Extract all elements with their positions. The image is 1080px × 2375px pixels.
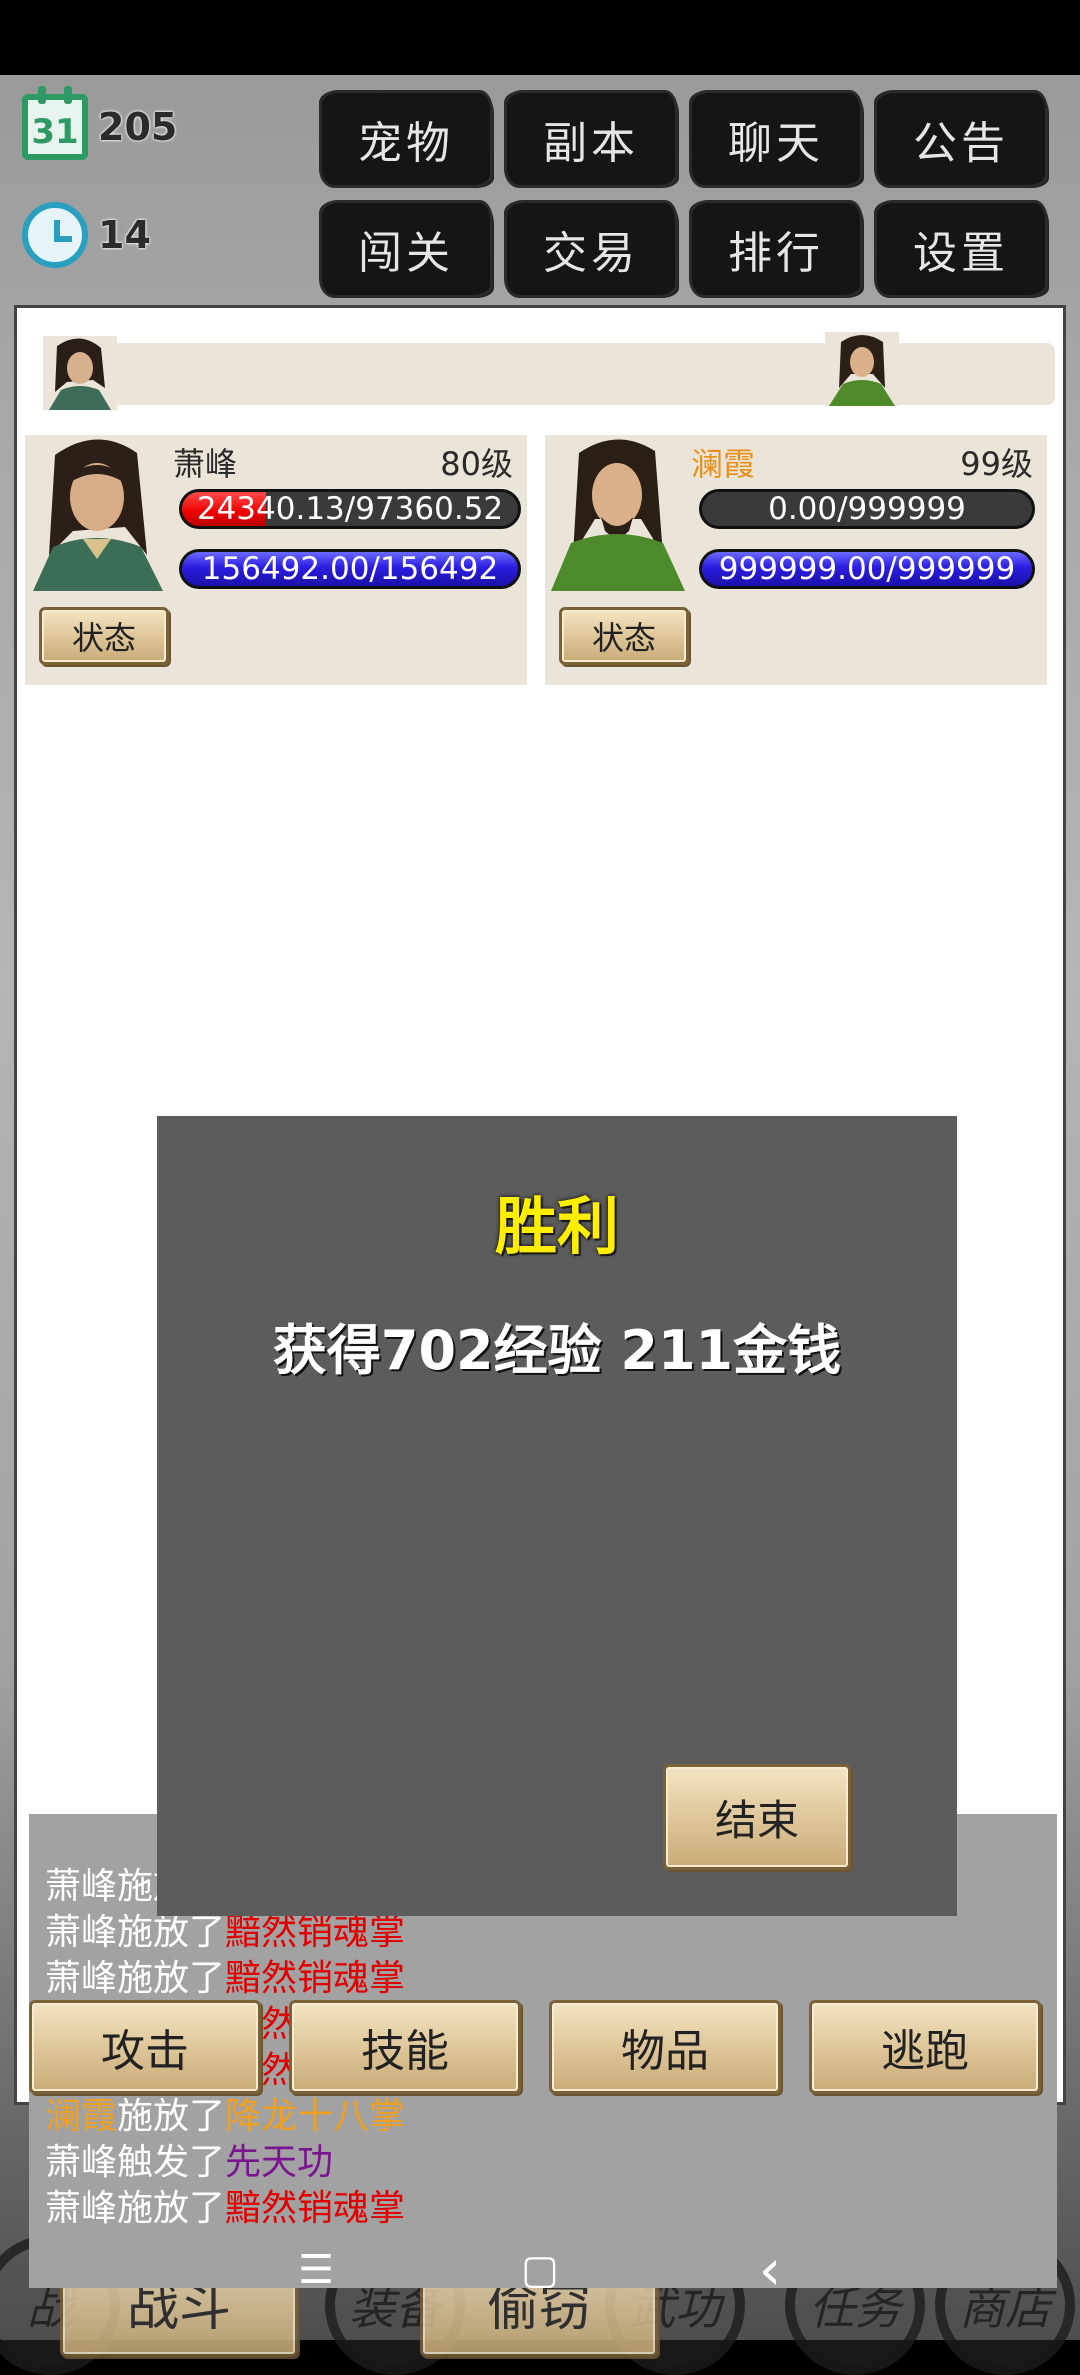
alarm-count: 14 xyxy=(98,213,151,257)
victory-reward-text: 获得702经验 211金钱 xyxy=(272,1319,842,1382)
log-verb: 施放了 xyxy=(117,1912,226,1953)
player-hp-text: 24340.13/97360.52 xyxy=(196,491,504,527)
log-verb: 施放了 xyxy=(117,2188,226,2229)
menu-dungeon-button[interactable]: 副本 xyxy=(507,93,675,185)
player-level: 80级 xyxy=(440,445,513,483)
home-nav-icon[interactable]: ▢ xyxy=(510,2240,570,2300)
log-line: 萧峰施放了黯然销魂掌 xyxy=(45,1910,405,1956)
player-portrait xyxy=(25,435,171,591)
player-card: 萧峰 80级 24340.13/97360.52 156492.00/15649… xyxy=(25,435,527,685)
day-count: 205 xyxy=(98,105,178,149)
skill-button[interactable]: 技能 xyxy=(289,2000,521,2094)
victory-title: 胜利 xyxy=(494,1190,619,1263)
log-verb: 施放了 xyxy=(117,2096,226,2137)
victory-dialog: 胜利 获得702经验 211金钱 结束 xyxy=(157,1116,957,1916)
player-name: 萧峰 xyxy=(173,445,238,483)
player-hp-bar: 24340.13/97360.52 xyxy=(179,489,521,529)
end-battle-button[interactable]: 结束 xyxy=(663,1764,851,1870)
menu-stage-button[interactable]: 闯关 xyxy=(322,203,490,295)
log-skill: 黯然销魂掌 xyxy=(225,1958,406,1999)
calendar-icon: 31 xyxy=(22,86,88,160)
menu-announcement-button[interactable]: 公告 xyxy=(877,93,1045,185)
attack-button[interactable]: 攻击 xyxy=(29,2000,261,2094)
log-skill: 黯然销魂掌 xyxy=(225,1912,406,1953)
alarm-clock-icon xyxy=(22,202,88,268)
enemy-mp-bar: 999999.00/999999 xyxy=(699,549,1035,589)
log-line: 萧峰施放了黯然销魂掌 xyxy=(45,2186,405,2232)
enemy-hp-bar: 0.00/999999 xyxy=(699,489,1035,529)
menu-nav-icon[interactable]: ☰ xyxy=(286,2240,346,2300)
menu-ranking-button[interactable]: 排行 xyxy=(692,203,860,295)
menu-trade-button[interactable]: 交易 xyxy=(507,203,675,295)
flee-button[interactable]: 逃跑 xyxy=(809,2000,1041,2094)
log-line: 澜霞施放了降龙十八掌 xyxy=(45,2094,405,2140)
log-skill: 黯然销魂掌 xyxy=(225,2188,406,2229)
player-mp-text: 156492.00/156492 xyxy=(201,551,499,587)
menu-pet-button[interactable]: 宠物 xyxy=(322,93,490,185)
log-line: 萧峰触发了先天功 xyxy=(45,2140,405,2186)
player-mini-avatar xyxy=(43,336,117,410)
enemy-mini-avatar xyxy=(825,332,899,406)
item-button[interactable]: 物品 xyxy=(549,2000,781,2094)
back-nav-icon[interactable]: ‹ xyxy=(740,2238,800,2303)
log-actor: 萧峰 xyxy=(45,2142,118,2183)
day-counter: 31 205 xyxy=(22,86,202,167)
log-verb: 施放了 xyxy=(117,1958,226,1999)
player-status-button[interactable]: 状态 xyxy=(39,607,169,665)
alarm-counter: 14 xyxy=(22,195,202,275)
menu-chat-button[interactable]: 聊天 xyxy=(692,93,860,185)
enemy-mp-text: 999999.00/999999 xyxy=(718,551,1016,587)
log-actor: 萧峰 xyxy=(45,1912,118,1953)
log-actor: 澜霞 xyxy=(45,2096,118,2137)
log-verb: 触发了 xyxy=(117,2142,226,2183)
log-actor: 萧峰 xyxy=(45,1958,118,1999)
enemy-name: 澜霞 xyxy=(691,445,756,483)
log-skill: 先天功 xyxy=(225,2142,334,2183)
turn-order-bar xyxy=(45,343,1055,405)
battle-panel: 萧峰 80级 24340.13/97360.52 156492.00/15649… xyxy=(14,305,1066,2288)
enemy-status-button[interactable]: 状态 xyxy=(559,607,689,665)
menu-settings-button[interactable]: 设置 xyxy=(877,203,1045,295)
log-line: 萧峰施放了黯然销魂掌 xyxy=(45,1956,405,2002)
log-skill: 降龙十八掌 xyxy=(225,2096,406,2137)
log-actor: 萧峰 xyxy=(45,2188,118,2229)
enemy-card: 澜霞 99级 0.00/999999 999999.00/999999 状态 xyxy=(545,435,1047,685)
enemy-level: 99级 xyxy=(960,445,1033,483)
log-actor: 萧峰 xyxy=(45,1866,118,1907)
enemy-portrait xyxy=(545,435,691,591)
enemy-hp-text: 0.00/999999 xyxy=(768,491,966,527)
player-mp-bar: 156492.00/156492 xyxy=(179,549,521,589)
